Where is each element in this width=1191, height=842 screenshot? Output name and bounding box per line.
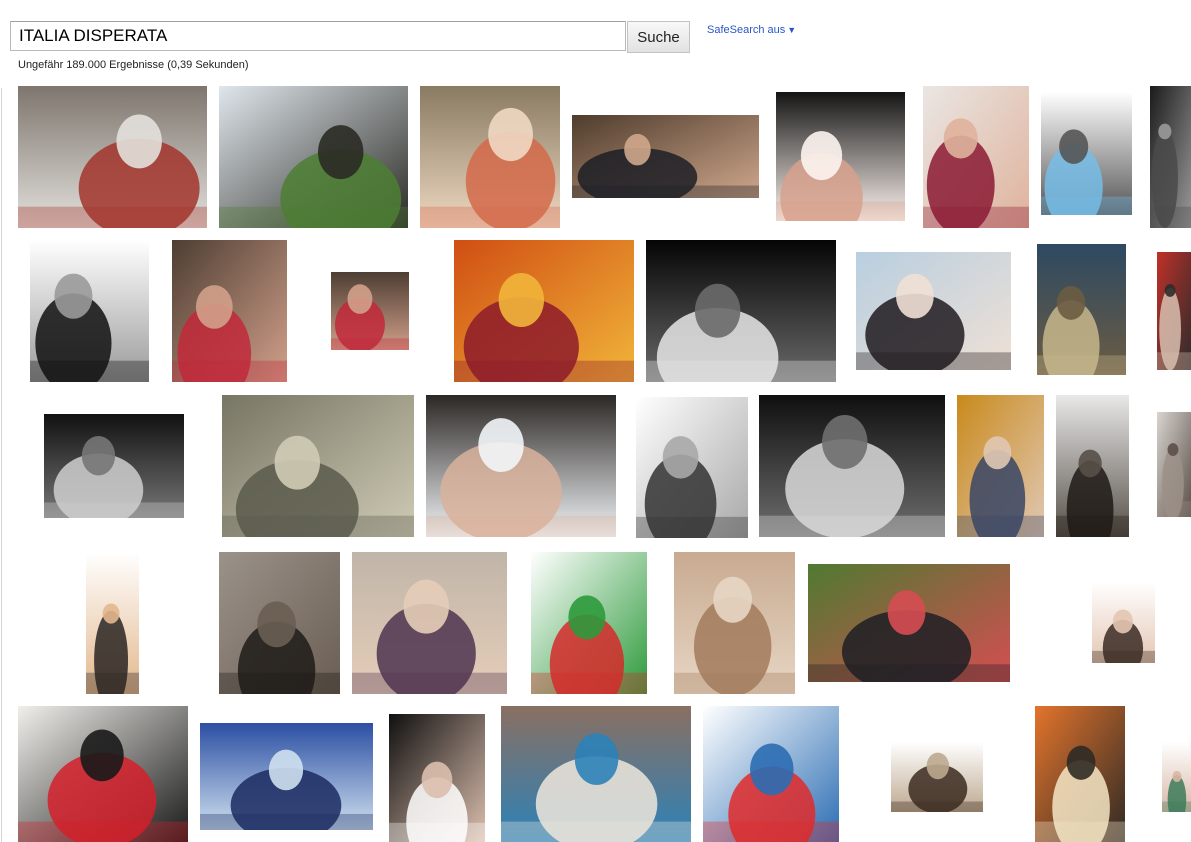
- edge-partial-image: [1157, 252, 1191, 370]
- thumb-woman-lounging[interactable]: [352, 552, 507, 694]
- woman-red-dress-image: [923, 86, 1029, 228]
- thumb-woman-red-dress[interactable]: [923, 86, 1029, 228]
- thumb-bald-man-costume[interactable]: [420, 86, 560, 228]
- dog-image: [219, 552, 340, 694]
- thumb-dog[interactable]: [219, 552, 340, 694]
- thumb-edge-partial[interactable]: [1157, 252, 1191, 370]
- thumb-blonde-woman[interactable]: [86, 552, 139, 694]
- thumb-man-hand-face[interactable]: [572, 115, 759, 198]
- comic-strip-image: [1041, 92, 1132, 215]
- emo-girl-image: [389, 714, 485, 842]
- thumb-comic-strip[interactable]: [1041, 92, 1132, 215]
- man-yellow-shirt-image: [957, 395, 1044, 537]
- thumb-dvd-cover[interactable]: [1037, 244, 1126, 375]
- woman-scarf-image: [891, 742, 983, 812]
- curly-hair-bw-image: [759, 395, 945, 537]
- thumb-veiligheid-poster[interactable]: [703, 706, 839, 842]
- group-outdoor-image: [808, 564, 1010, 682]
- thumb-crystals-event[interactable]: [18, 706, 188, 842]
- crystals-event-image: [18, 706, 188, 842]
- woman-crying-small-image: [331, 272, 409, 350]
- thumb-curly-hair-bw[interactable]: [759, 395, 945, 537]
- celeste-cats-image: [501, 706, 691, 842]
- thumb-bw-body[interactable]: [44, 414, 184, 518]
- football-players-image: [200, 723, 373, 830]
- woman-lounging-image: [352, 552, 507, 694]
- woman-blonde-bob-image: [856, 252, 1011, 370]
- thumb-girl-scream[interactable]: [776, 92, 905, 221]
- cross-hill-image: [219, 86, 408, 228]
- as-roma-crest-image: [454, 240, 634, 382]
- thumb-fresco-wall[interactable]: [674, 552, 795, 694]
- girl-scream-image: [776, 92, 905, 221]
- veiligheid-poster-image: [703, 706, 839, 842]
- image-results-grid: [0, 0, 1191, 842]
- thumb-street-garbage[interactable]: [18, 86, 207, 228]
- macelleria-sociale-cartoon-image: [636, 397, 748, 538]
- thumb-girl-selfie[interactable]: [426, 395, 616, 537]
- italy-map-flag-image: [531, 552, 647, 694]
- dark-partial-image: [1150, 86, 1191, 228]
- thumb-cross-hill[interactable]: [219, 86, 408, 228]
- bald-man-costume-image: [420, 86, 560, 228]
- fresco-wall-image: [674, 552, 795, 694]
- thumb-bronze-statue[interactable]: [1056, 395, 1129, 537]
- girl-selfie-image: [426, 395, 616, 537]
- thumb-woman-crying[interactable]: [172, 240, 287, 382]
- fashion-collage-image: [30, 240, 149, 382]
- thumb-group-outdoor[interactable]: [808, 564, 1010, 682]
- bronze-statue-image: [1056, 395, 1129, 537]
- thumb-pasolini-book[interactable]: [1035, 706, 1125, 842]
- white-ponytail-image: [646, 240, 836, 382]
- edge-partial-image: [1157, 412, 1191, 517]
- thumb-woman-smiling[interactable]: [1092, 582, 1155, 663]
- thumb-fashion-collage[interactable]: [30, 240, 149, 382]
- blonde-woman-image: [86, 552, 139, 694]
- thumb-celeste-cats[interactable]: [501, 706, 691, 842]
- street-garbage-image: [18, 86, 207, 228]
- pasolini-book-image: [1035, 706, 1125, 842]
- thumb-italy-map-flag[interactable]: [531, 552, 647, 694]
- woman-crying-image: [172, 240, 287, 382]
- thumb-dark-partial[interactable]: [1150, 86, 1191, 228]
- thumb-woman-crying-small[interactable]: [331, 272, 409, 350]
- thumb-football-players[interactable]: [200, 723, 373, 830]
- bw-body-image: [44, 414, 184, 518]
- man-hand-face-image: [572, 115, 759, 198]
- soldiers-gas-masks-image: [222, 395, 414, 537]
- thumb-macelleria-sociale[interactable]: [636, 397, 748, 538]
- thumb-as-roma-crest[interactable]: [454, 240, 634, 382]
- thumb-emo-girl[interactable]: [389, 714, 485, 842]
- thumb-white-ponytail[interactable]: [646, 240, 836, 382]
- thumb-edge-partial-3[interactable]: [1162, 742, 1191, 812]
- woman-smiling-image: [1092, 582, 1155, 663]
- thumb-soldiers-gas-masks[interactable]: [222, 395, 414, 537]
- dvd-cover-image: [1037, 244, 1126, 375]
- thumb-man-yellow-shirt[interactable]: [957, 395, 1044, 537]
- thumb-edge-partial-2[interactable]: [1157, 412, 1191, 517]
- edge-partial-image: [1162, 742, 1191, 812]
- thumb-woman-scarf[interactable]: [891, 742, 983, 812]
- thumb-woman-blonde-bob[interactable]: [856, 252, 1011, 370]
